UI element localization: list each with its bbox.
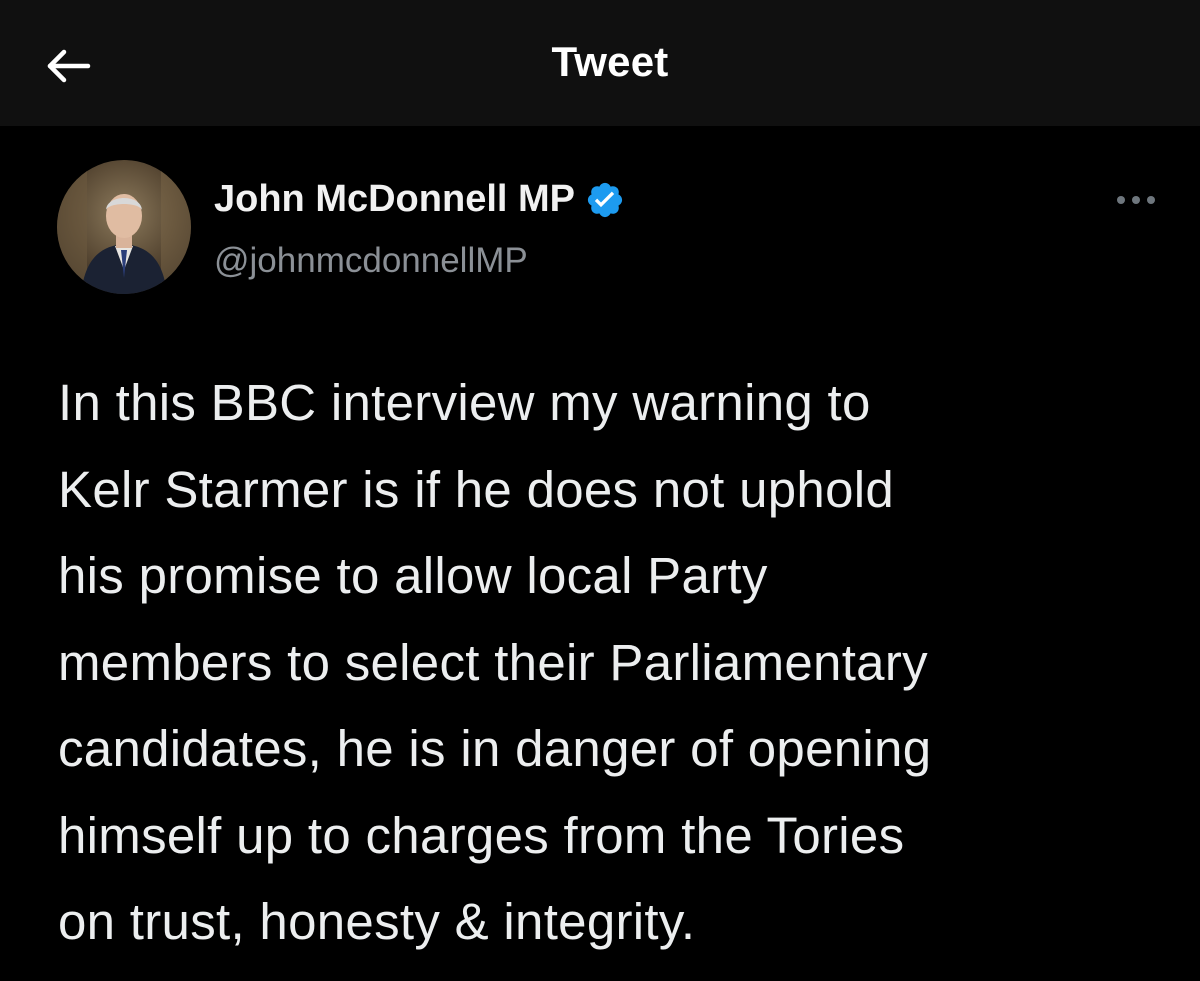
more-options-button[interactable]	[1108, 182, 1164, 218]
display-name: John McDonnell MP	[214, 178, 575, 220]
tweet-text: In this BBC interview my warning to Kelr…	[58, 360, 1168, 966]
author-handle[interactable]: @johnmcdonnellMP	[214, 241, 528, 281]
tweet-text-line: his promise to allow local Party	[58, 547, 768, 604]
more-options-icon	[1117, 196, 1155, 204]
avatar[interactable]	[57, 160, 191, 294]
tweet-text-line: members to select their Parliamentary	[58, 633, 928, 691]
tweet-text-line: In this BBC interview my warning to	[58, 374, 871, 431]
verified-badge-icon	[585, 180, 625, 220]
profile-photo	[57, 160, 191, 294]
top-bar: Tweet	[0, 0, 1200, 126]
author-name-row[interactable]: John McDonnell MP	[214, 178, 625, 221]
tweet-text-line: Kelr Starmer is if he does not uphold	[58, 460, 895, 518]
tweet: John McDonnell MP @johnmcdonnellMP In th…	[0, 126, 1200, 981]
tweet-text-line: on trust, honesty & integrity.	[58, 893, 696, 950]
page-title: Tweet	[551, 38, 669, 85]
tweet-text-line: candidates, he is in danger of opening	[58, 720, 932, 777]
tweet-text-line: himself up to charges from the Tories	[58, 806, 905, 864]
